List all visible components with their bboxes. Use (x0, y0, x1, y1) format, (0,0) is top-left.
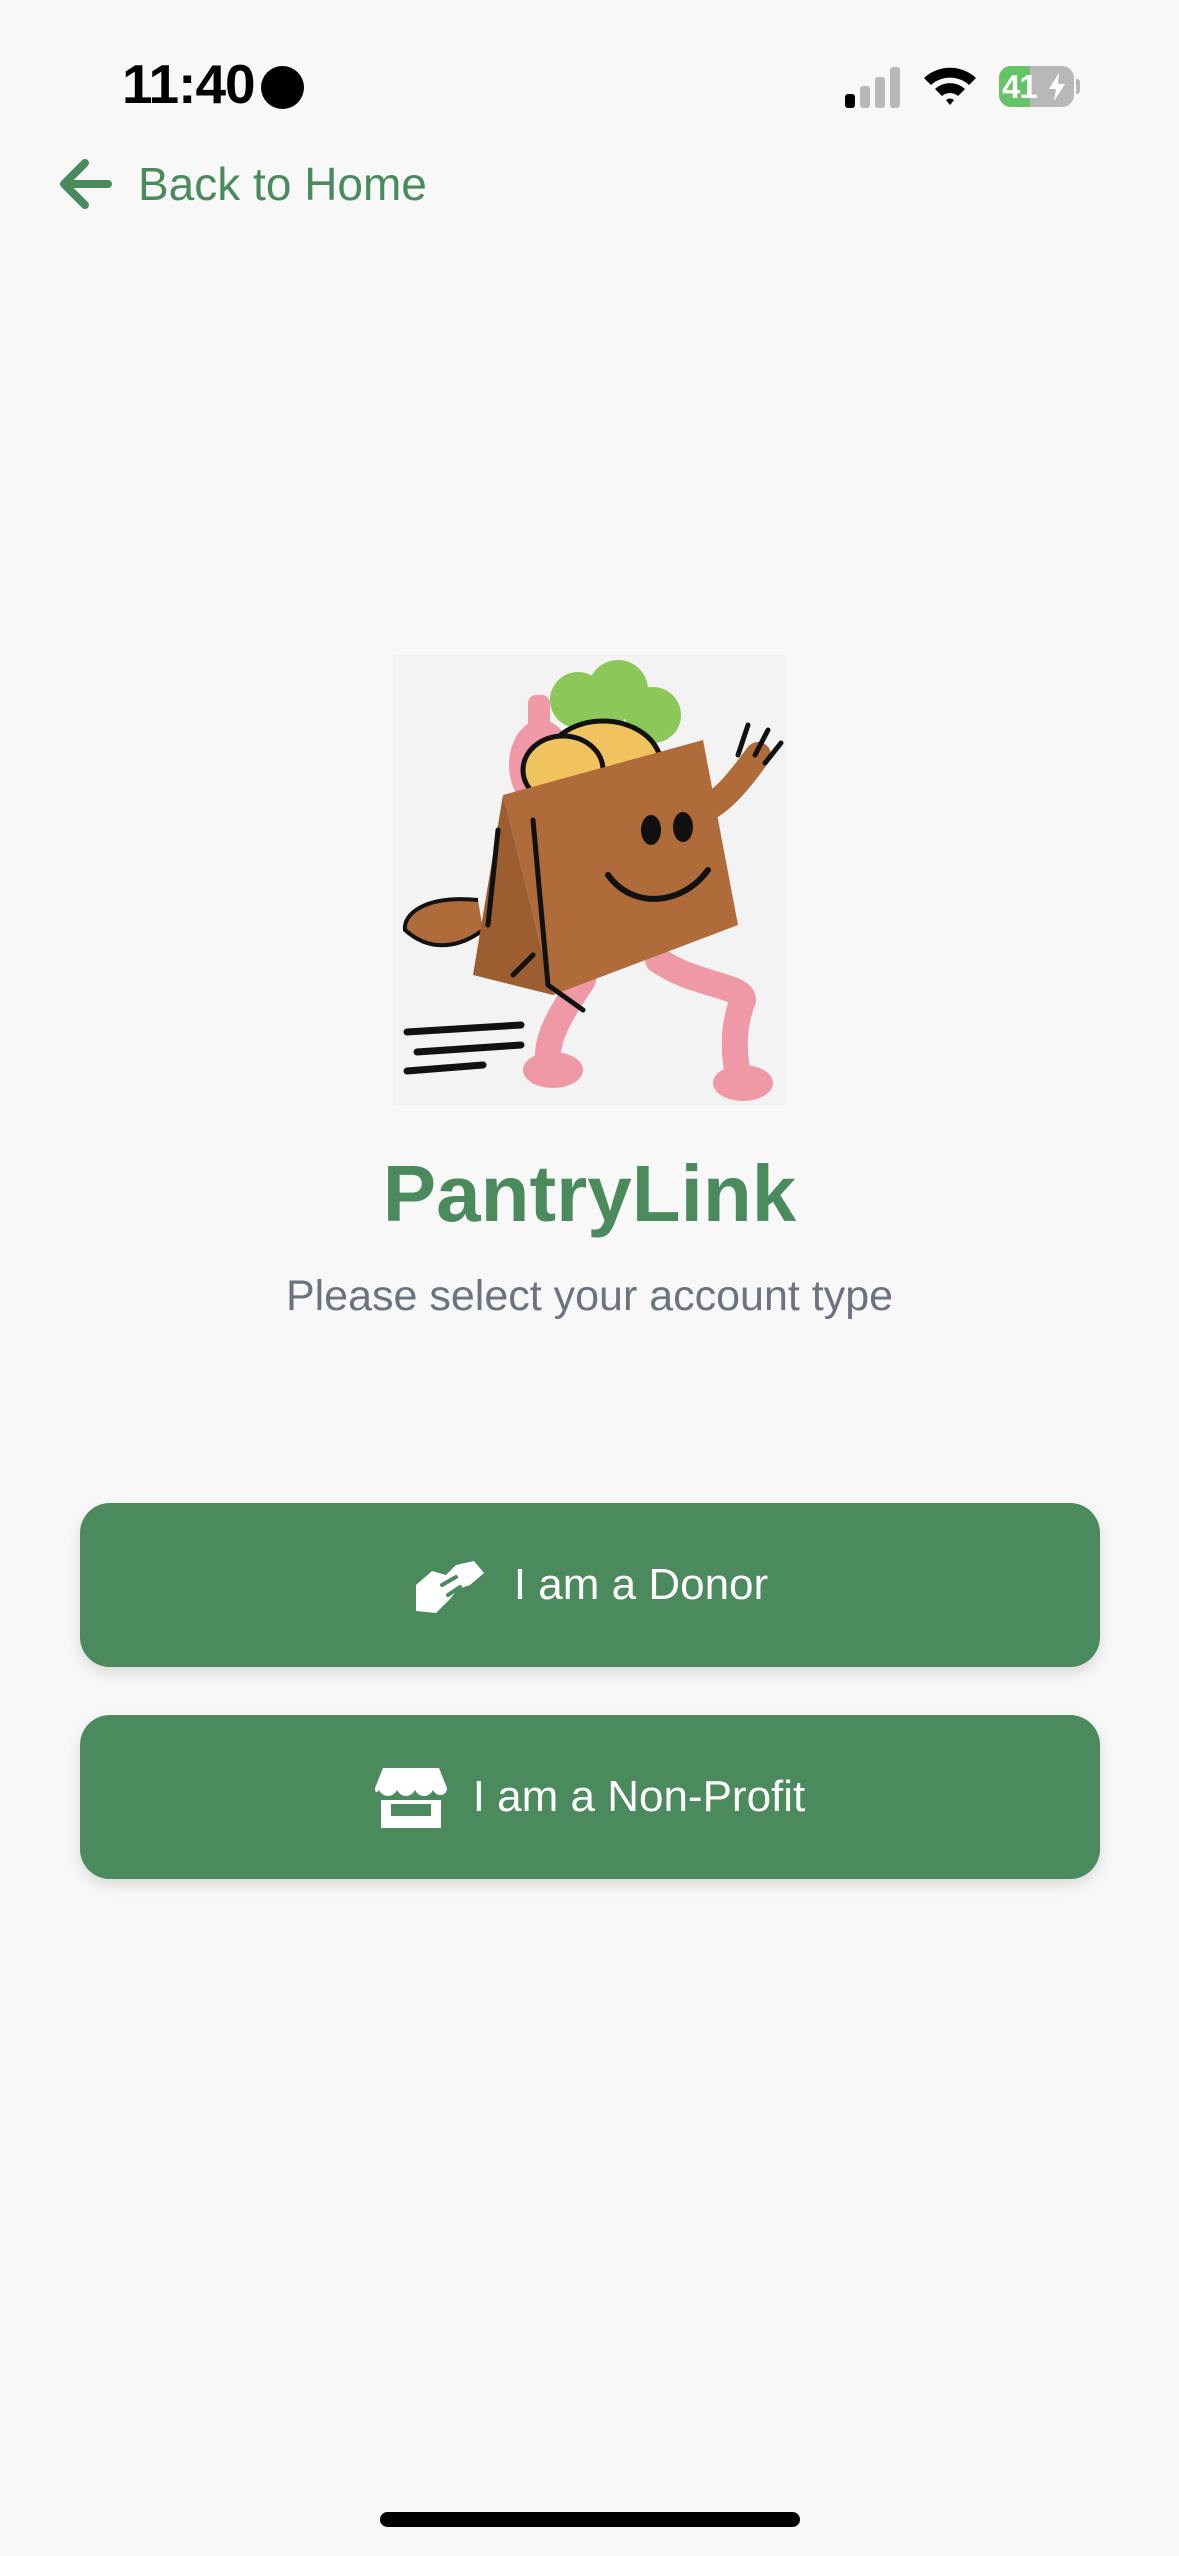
recording-dot (261, 66, 304, 109)
battery-icon: 41 (999, 66, 1080, 107)
grocery-bag-mascot (393, 655, 786, 1105)
home-indicator[interactable] (380, 2512, 800, 2527)
donor-button-label: I am a Donor (513, 1560, 769, 1609)
nonprofit-button-label: I am a Non-Profit (472, 1772, 806, 1821)
back-to-home-label: Back to Home (138, 158, 427, 210)
signal-icon (845, 67, 900, 108)
status-time: 11:40 (122, 53, 256, 115)
wifi-icon (924, 67, 976, 105)
storefront-icon (374, 1766, 447, 1828)
donor-button[interactable]: I am a Donor (80, 1503, 1100, 1667)
back-to-home-link[interactable]: Back to Home (56, 148, 427, 220)
status-bar: 11:40 41 (0, 0, 1179, 150)
charging-bolt-icon (1049, 73, 1065, 101)
handshake-icon (412, 1555, 488, 1615)
app-title: PantryLink (382, 1149, 797, 1238)
account-type-prompt: Please select your account type (285, 1272, 894, 1320)
arrow-left-icon (60, 159, 112, 209)
nonprofit-button[interactable]: I am a Non-Profit (80, 1715, 1100, 1879)
battery-level: 41 (1002, 68, 1038, 105)
